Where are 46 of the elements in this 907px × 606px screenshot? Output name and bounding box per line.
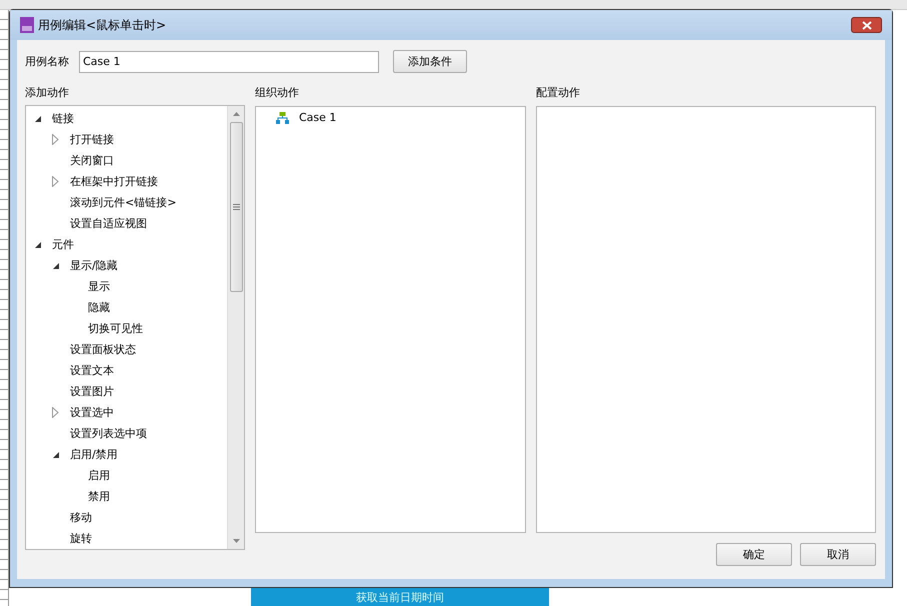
tree-item[interactable]: 隐藏 xyxy=(88,300,110,315)
tree-item[interactable]: 移动 xyxy=(70,510,92,525)
tree-item[interactable]: 启用/禁用 xyxy=(70,447,118,462)
tree-item[interactable]: 在框架中打开链接 xyxy=(70,174,158,189)
close-button[interactable] xyxy=(851,17,882,33)
tree-item[interactable]: 显示/隐藏 xyxy=(70,258,118,273)
section-heading: 组织动作 xyxy=(255,85,300,101)
section-heading: 配置动作 xyxy=(536,85,581,101)
expand-icon[interactable] xyxy=(52,134,59,145)
section-heading: 添加动作 xyxy=(25,85,70,101)
app-logo-icon xyxy=(20,17,34,33)
close-icon xyxy=(862,20,872,30)
collapse-icon[interactable] xyxy=(34,240,42,248)
tree-item[interactable]: 元件 xyxy=(52,237,74,252)
scrollbar[interactable] xyxy=(227,106,244,549)
tree-item[interactable]: 打开链接 xyxy=(70,132,114,147)
tree-item[interactable]: 链接 xyxy=(52,111,74,126)
tree-item[interactable]: 滚动到元件<锚链接> xyxy=(70,195,176,210)
expand-icon[interactable] xyxy=(52,407,59,418)
tree-item[interactable]: 设置自适应视图 xyxy=(70,216,147,231)
ok-button[interactable]: 确定 xyxy=(716,543,792,566)
tree-item[interactable]: 显示 xyxy=(88,279,110,294)
tree-item[interactable]: 旋转 xyxy=(70,531,92,546)
tree-item[interactable]: 设置列表选中项 xyxy=(70,426,147,441)
collapse-icon[interactable] xyxy=(34,114,42,122)
tree-item[interactable]: 切换可见性 xyxy=(88,321,143,336)
tree-item[interactable]: 禁用 xyxy=(88,489,110,504)
flowchart-icon xyxy=(276,112,289,124)
grip-icon xyxy=(232,204,240,210)
collapse-icon[interactable] xyxy=(52,450,60,458)
scroll-up-icon[interactable] xyxy=(232,112,240,116)
expand-icon[interactable] xyxy=(52,176,59,187)
case-item[interactable]: Case 1 xyxy=(299,111,336,124)
tree-item[interactable]: 关闭窗口 xyxy=(70,153,114,168)
case-name-field[interactable]: Case 1 xyxy=(79,50,379,72)
case-name-label: 用例名称 xyxy=(25,54,70,69)
tree-item[interactable]: 设置面板状态 xyxy=(70,342,136,357)
scroll-down-icon[interactable] xyxy=(232,539,240,543)
cancel-button[interactable]: 取消 xyxy=(800,543,876,566)
collapse-icon[interactable] xyxy=(52,262,60,270)
add-condition-button[interactable]: 添加条件 xyxy=(393,50,467,73)
tree-item[interactable]: 启用 xyxy=(88,468,110,483)
tree-item[interactable]: 设置图片 xyxy=(70,384,114,399)
window-title: 用例编辑<鼠标单击时> xyxy=(38,16,166,34)
tree-item[interactable]: 设置选中 xyxy=(70,405,114,420)
tree-item[interactable]: 设置文本 xyxy=(70,363,114,378)
